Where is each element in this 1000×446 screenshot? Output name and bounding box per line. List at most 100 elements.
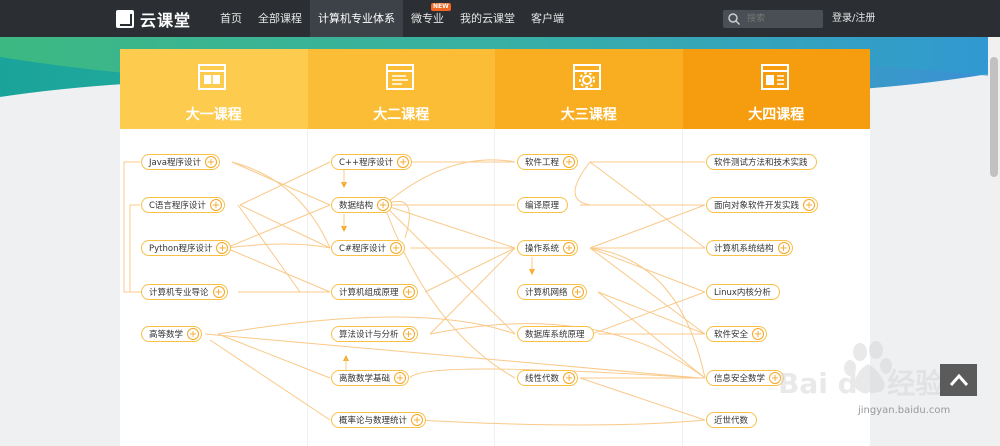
add-plus-icon[interactable]: + [212, 286, 225, 298]
course-oo-development[interactable]: 面向对象软件开发实践 + [706, 197, 819, 213]
course-linux-kernel[interactable]: Linux内核分析 [706, 284, 780, 300]
course-label: C#程序设计 [339, 244, 387, 254]
course-software-security[interactable]: 软件安全 + [706, 326, 768, 342]
add-plus-icon[interactable]: + [411, 414, 424, 426]
course-linear-algebra[interactable]: 线性代数 + [517, 370, 579, 386]
add-plus-icon[interactable]: + [377, 199, 390, 211]
course-label: 操作系统 [525, 244, 560, 254]
course-label: Python程序设计 [149, 244, 213, 254]
add-plus-icon[interactable]: + [402, 286, 415, 298]
course-label: 高等数学 [149, 330, 184, 340]
course-advanced-math[interactable]: 高等数学 + [141, 326, 203, 342]
course-python[interactable]: Python程序设计 + [141, 240, 232, 256]
add-plus-icon[interactable]: + [397, 156, 410, 168]
column-header-year1: 大一课程 [120, 49, 308, 129]
nav-cs-curriculum[interactable]: 计算机专业体系 [310, 0, 403, 37]
add-plus-icon[interactable]: + [187, 328, 200, 340]
course-discrete-math[interactable]: 离散数学基础 + [331, 370, 410, 386]
add-plus-icon[interactable]: + [394, 372, 407, 384]
page-scrollbar[interactable] [988, 37, 1000, 446]
course-label: 计算机专业导论 [149, 288, 209, 298]
column-title-year1: 大一课程 [185, 107, 242, 123]
login-register-link[interactable]: 登录/注册 [832, 0, 875, 37]
course-compilers[interactable]: 编译原理 [517, 197, 569, 213]
column-divider [307, 129, 308, 446]
add-plus-icon[interactable]: + [204, 156, 217, 168]
course-java[interactable]: Java程序设计 + [141, 154, 220, 170]
add-plus-icon[interactable]: + [777, 242, 790, 254]
course-label: 近世代数 [714, 416, 749, 426]
new-badge: NEW [431, 3, 451, 11]
course-label: C语言程序设计 [149, 201, 206, 211]
course-label: 计算机网络 [525, 288, 568, 298]
course-computer-organization[interactable]: 计算机组成原理 + [331, 284, 418, 300]
settings-window-icon [573, 64, 601, 90]
add-plus-icon[interactable]: + [216, 242, 229, 254]
course-label: 软件工程 [525, 158, 560, 168]
add-plus-icon[interactable]: + [390, 242, 403, 254]
search-icon[interactable] [727, 12, 741, 26]
course-algorithms[interactable]: 算法设计与分析 + [331, 326, 418, 342]
scrollbar-thumb[interactable] [990, 57, 998, 177]
course-computer-networks[interactable]: 计算机网络 + [517, 284, 587, 300]
column-divider [682, 129, 683, 446]
course-label: 编译原理 [525, 201, 560, 211]
course-label: 离散数学基础 [339, 374, 391, 384]
add-plus-icon[interactable]: + [402, 328, 415, 340]
column-divider [494, 129, 495, 446]
column-title-year4: 大四课程 [748, 107, 805, 123]
watermark-url: jingyan.baidu.com [858, 405, 951, 416]
course-software-testing[interactable]: 软件测试方法和技术实践 [706, 154, 817, 170]
course-cs-intro[interactable]: 计算机专业导论 + [141, 284, 228, 300]
course-operating-systems[interactable]: 操作系统 + [517, 240, 579, 256]
add-plus-icon[interactable]: + [563, 242, 576, 254]
course-label: C++程序设计 [339, 158, 394, 168]
course-label: 计算机系统结构 [714, 244, 774, 254]
course-label: Linux内核分析 [714, 288, 771, 298]
course-computer-architecture[interactable]: 计算机系统结构 + [706, 240, 793, 256]
back-to-top-button[interactable] [940, 364, 977, 396]
watermark-logo-text: Bai du 经验 [778, 367, 943, 400]
course-cpp[interactable]: C++程序设计 + [331, 154, 413, 170]
course-label: 面向对象软件开发实践 [714, 201, 800, 211]
column-title-year2: 大二课程 [373, 107, 430, 123]
course-data-structures[interactable]: 数据结构 + [331, 197, 393, 213]
nav-my-classroom[interactable]: 我的云课堂 [452, 0, 523, 37]
add-plus-icon[interactable]: + [571, 286, 584, 298]
nav-client[interactable]: 客户端 [523, 0, 572, 37]
cloud-class-logo-icon [116, 10, 134, 28]
add-plus-icon[interactable]: + [209, 199, 222, 211]
course-label: Java程序设计 [149, 158, 201, 168]
add-plus-icon[interactable]: + [563, 372, 576, 384]
course-software-engineering[interactable]: 软件工程 + [517, 154, 579, 170]
book-icon [198, 64, 226, 90]
add-plus-icon[interactable]: + [803, 199, 816, 211]
nav-micro-major-label: 微专业 [411, 12, 444, 25]
column-header-year2: 大二课程 [307, 49, 495, 129]
document-icon [385, 64, 414, 90]
course-label: 软件测试方法和技术实践 [714, 158, 808, 168]
search-input[interactable] [745, 13, 819, 25]
course-label: 软件安全 [714, 330, 749, 340]
course-label: 算法设计与分析 [339, 330, 399, 340]
course-label: 线性代数 [525, 374, 560, 384]
course-csharp[interactable]: C#程序设计 + [331, 240, 406, 256]
nav-all-courses[interactable]: 全部课程 [250, 0, 310, 37]
layout-window-icon [760, 64, 789, 90]
site-logo[interactable]: 云课堂 [116, 7, 191, 31]
course-c-language[interactable]: C语言程序设计 + [141, 197, 225, 213]
nav-micro-major[interactable]: 微专业 NEW [403, 0, 452, 37]
course-probability[interactable]: 概率论与数理统计 + [331, 412, 427, 428]
course-label: 概率论与数理统计 [339, 416, 408, 426]
nav-home[interactable]: 首页 [212, 0, 250, 37]
course-label: 数据结构 [339, 201, 374, 211]
column-header-year4: 大四课程 [682, 49, 870, 129]
course-database-systems[interactable]: 数据库系统原理 [517, 326, 594, 342]
column-header-year3: 大三课程 [495, 49, 683, 129]
course-label: 计算机组成原理 [339, 288, 399, 298]
course-modern-algebra[interactable]: 近世代数 [706, 412, 758, 428]
top-navbar: 云课堂 首页 全部课程 计算机专业体系 微专业 NEW 我的云课堂 客户端 登录… [0, 0, 1000, 37]
search-box[interactable] [723, 10, 823, 28]
add-plus-icon[interactable]: + [563, 156, 576, 168]
add-plus-icon[interactable]: + [752, 328, 765, 340]
